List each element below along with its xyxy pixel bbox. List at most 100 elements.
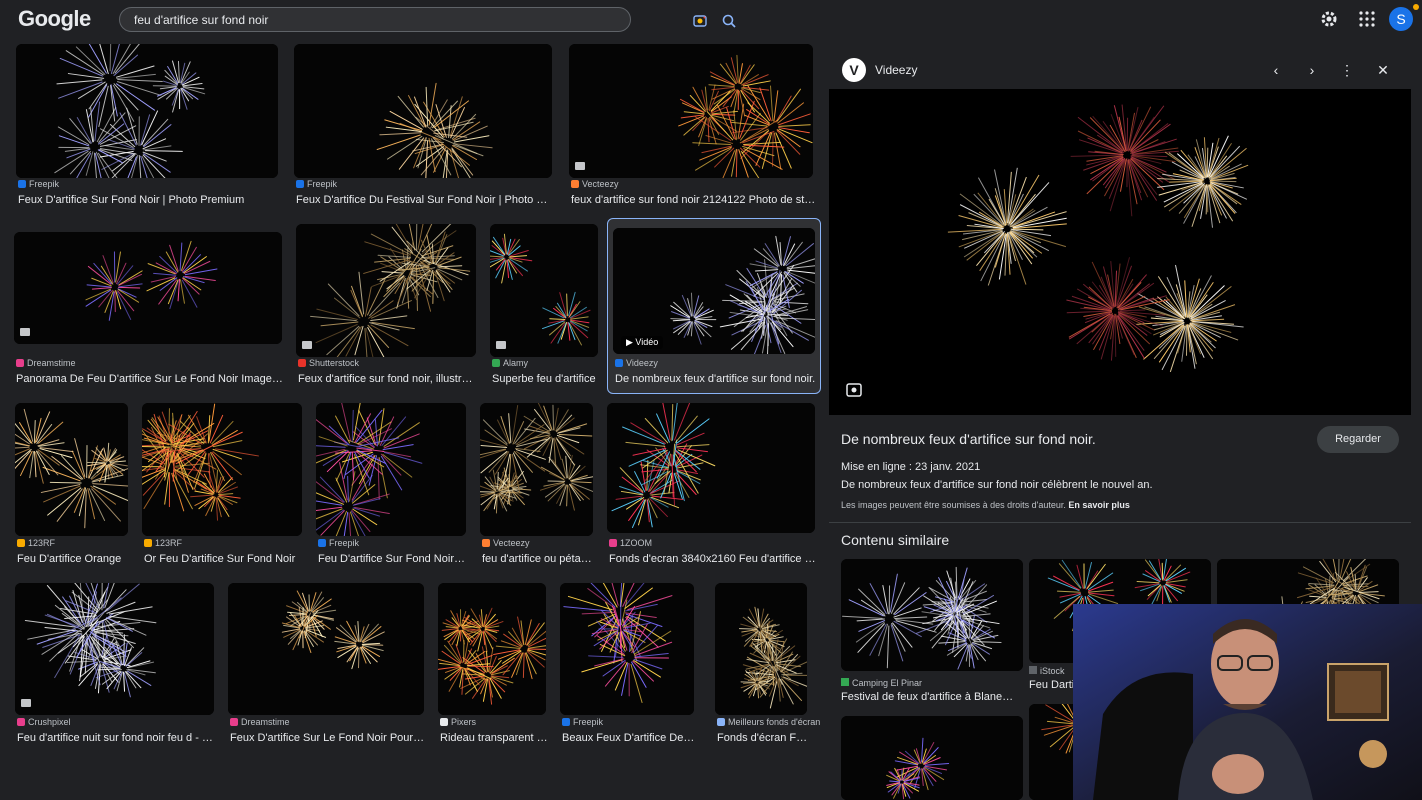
similar-source-1[interactable]: Camping El Pinar: [841, 678, 922, 688]
result-source[interactable]: Dreamstime: [16, 358, 76, 368]
result-tile[interactable]: Freepik Feux D'artifice Du Festival Sur F…: [294, 44, 554, 246]
result-tile[interactable]: Freepik Feux D'artifice Sur Fond Noir | P…: [16, 44, 278, 246]
similar-heading: Contenu similaire: [841, 532, 950, 548]
result-tile[interactable]: 123RF Feu D'artifice Orange: [15, 403, 128, 605]
result-thumbnail[interactable]: [607, 403, 815, 533]
result-source[interactable]: Freepik: [296, 179, 337, 189]
result-thumbnail[interactable]: [16, 44, 278, 178]
grid-icon[interactable]: [1357, 9, 1377, 29]
result-thumbnail[interactable]: [438, 583, 546, 715]
result-title[interactable]: Feux D'artifice Sur Le Fond Noir Pour Va…: [230, 732, 426, 744]
similar-source-2[interactable]: iStock: [1029, 666, 1065, 676]
result-title[interactable]: De nombreux feux d'artifice sur fond noi…: [615, 373, 817, 385]
lens-search-icon[interactable]: [845, 381, 863, 399]
learn-more-link[interactable]: En savoir plus: [1068, 500, 1130, 510]
result-source[interactable]: Vecteezy: [571, 179, 619, 189]
result-tile[interactable]: Dreamstime Feux D'artifice Sur Le Fond No…: [228, 583, 426, 784]
result-tile[interactable]: 1ZOOM Fonds d'ecran 3840x2160 Feu d'artif…: [607, 403, 817, 605]
similar-source-2-label: iStock: [1040, 666, 1065, 676]
result-tile[interactable]: Vecteezy feux d'artifice sur fond noir 21…: [569, 44, 821, 246]
result-title[interactable]: Or Feu D'artifice Sur Fond Noir: [144, 553, 304, 565]
result-source[interactable]: Freepik: [562, 717, 603, 727]
result-title[interactable]: feux d'artifice sur fond noir 2124122 Ph…: [571, 194, 821, 206]
result-title[interactable]: Feux d'artifice sur fond noir, illustrat…: [298, 373, 478, 385]
google-logo[interactable]: Google: [18, 6, 91, 32]
result-tile[interactable]: ▶ Vidéo Videezy De nombreux feux d'artific…: [613, 228, 815, 425]
result-tile[interactable]: Crushpixel Feu d'artifice nuit sur fond n…: [15, 583, 216, 784]
result-source[interactable]: 123RF: [144, 538, 182, 548]
gear-icon[interactable]: [1319, 9, 1339, 29]
result-tile[interactable]: Meilleurs fonds d'écran Fonds d'écran Feu…: [715, 583, 820, 784]
result-source[interactable]: 123RF: [17, 538, 55, 548]
result-tile[interactable]: Freepik Feu D'artifice Sur Fond Noir | Ph…: [316, 403, 468, 605]
result-source[interactable]: Shutterstock: [298, 358, 359, 368]
source-favicon-icon: [571, 180, 579, 188]
result-source[interactable]: Freepik: [18, 179, 59, 189]
result-title[interactable]: Fonds d'ecran 3840x2160 Feu d'artifice F…: [609, 553, 817, 565]
camera-lens-icon[interactable]: [691, 12, 709, 30]
result-title[interactable]: Feu D'artifice Sur Fond Noir | Photo Pre…: [318, 553, 468, 565]
close-icon[interactable]: ✕: [1374, 61, 1392, 79]
search-input[interactable]: [134, 11, 554, 29]
result-source[interactable]: Videezy: [615, 358, 658, 368]
result-title[interactable]: Rideau transparent feu d'artifice: [440, 732, 548, 744]
result-thumbnail[interactable]: [715, 583, 807, 715]
spark: [1093, 314, 1114, 351]
result-title[interactable]: Feu D'artifice Orange: [17, 553, 130, 565]
result-title[interactable]: Feux D'artifice Sur Fond Noir | Photo Pr…: [18, 194, 280, 206]
result-thumbnail[interactable]: [560, 583, 694, 715]
similar-thumb-1[interactable]: [841, 559, 1023, 671]
result-source[interactable]: Freepik: [318, 538, 359, 548]
watch-button[interactable]: Regarder: [1317, 426, 1399, 453]
result-source[interactable]: Dreamstime: [230, 717, 290, 727]
result-source[interactable]: Alamy: [492, 358, 528, 368]
result-thumbnail[interactable]: [15, 403, 128, 536]
result-tile[interactable]: Vecteezy feu d'artifice ou pétards: [480, 403, 595, 605]
result-source[interactable]: Pixers: [440, 717, 476, 727]
result-title[interactable]: Feu d'artifice nuit sur fond noir feu d …: [17, 732, 216, 744]
result-source[interactable]: Crushpixel: [17, 717, 71, 727]
result-title[interactable]: feu d'artifice ou pétards: [482, 553, 595, 565]
result-tile[interactable]: Freepik Beaux Feux D'artifice De Fête: [560, 583, 696, 784]
result-tile[interactable]: Pixers Rideau transparent feu d'artifice: [438, 583, 548, 784]
result-thumbnail[interactable]: [490, 224, 598, 357]
result-source[interactable]: 1ZOOM: [609, 538, 652, 548]
result-thumbnail[interactable]: [296, 224, 476, 357]
result-thumbnail[interactable]: [569, 44, 813, 178]
result-source[interactable]: Vecteezy: [482, 538, 530, 548]
result-thumbnail[interactable]: [142, 403, 302, 536]
chevron-right-icon[interactable]: ›: [1303, 61, 1321, 79]
result-thumbnail[interactable]: [14, 232, 282, 344]
result-title[interactable]: Fonds d'écran Feux d'artifice: [717, 732, 809, 744]
result-title[interactable]: Beaux Feux D'artifice De Fête: [562, 732, 696, 744]
preview-image[interactable]: [829, 89, 1411, 415]
source-label: Pixers: [451, 717, 477, 727]
more-vert-icon[interactable]: ⋮: [1338, 61, 1356, 79]
result-title[interactable]: Panorama De Feu D'artifice Sur Le Fond N…: [16, 373, 284, 385]
similar-thumb-4[interactable]: [841, 716, 1023, 800]
result-title[interactable]: Superbe feu d'artifice: [492, 373, 600, 385]
result-thumbnail[interactable]: [294, 44, 552, 178]
result-thumbnail[interactable]: [15, 583, 214, 715]
result-tile[interactable]: Shutterstock Feux d'artifice sur fond noi…: [296, 224, 478, 425]
spark: [1114, 315, 1117, 357]
result-tile[interactable]: Dreamstime Panorama De Feu D'artifice Sur…: [14, 232, 284, 425]
avatar[interactable]: S: [1389, 7, 1413, 31]
panel-title[interactable]: De nombreux feux d'artifice sur fond noi…: [841, 431, 1096, 447]
result-thumbnail[interactable]: [228, 583, 424, 715]
videezy-logo[interactable]: V: [842, 58, 866, 82]
source-favicon-icon: [17, 718, 25, 726]
result-thumbnail[interactable]: [480, 403, 593, 536]
thumb-background: [294, 44, 552, 178]
result-tile[interactable]: Alamy Superbe feu d'artifice: [490, 224, 598, 425]
chevron-left-icon[interactable]: ‹: [1267, 61, 1285, 79]
similar-title-1[interactable]: Festival de feux d'artifice à Blanes | C…: [841, 691, 1017, 703]
result-title[interactable]: Feux D'artifice Du Festival Sur Fond Noi…: [296, 194, 554, 206]
spark: [1205, 184, 1208, 215]
magnifier-icon[interactable]: [720, 12, 738, 30]
result-tile[interactable]: 123RF Or Feu D'artifice Sur Fond Noir: [142, 403, 302, 605]
result-source[interactable]: Meilleurs fonds d'écran: [717, 717, 820, 727]
panel-site-name[interactable]: Videezy: [875, 63, 917, 77]
search-box[interactable]: [119, 7, 736, 32]
result-thumbnail[interactable]: [316, 403, 466, 536]
